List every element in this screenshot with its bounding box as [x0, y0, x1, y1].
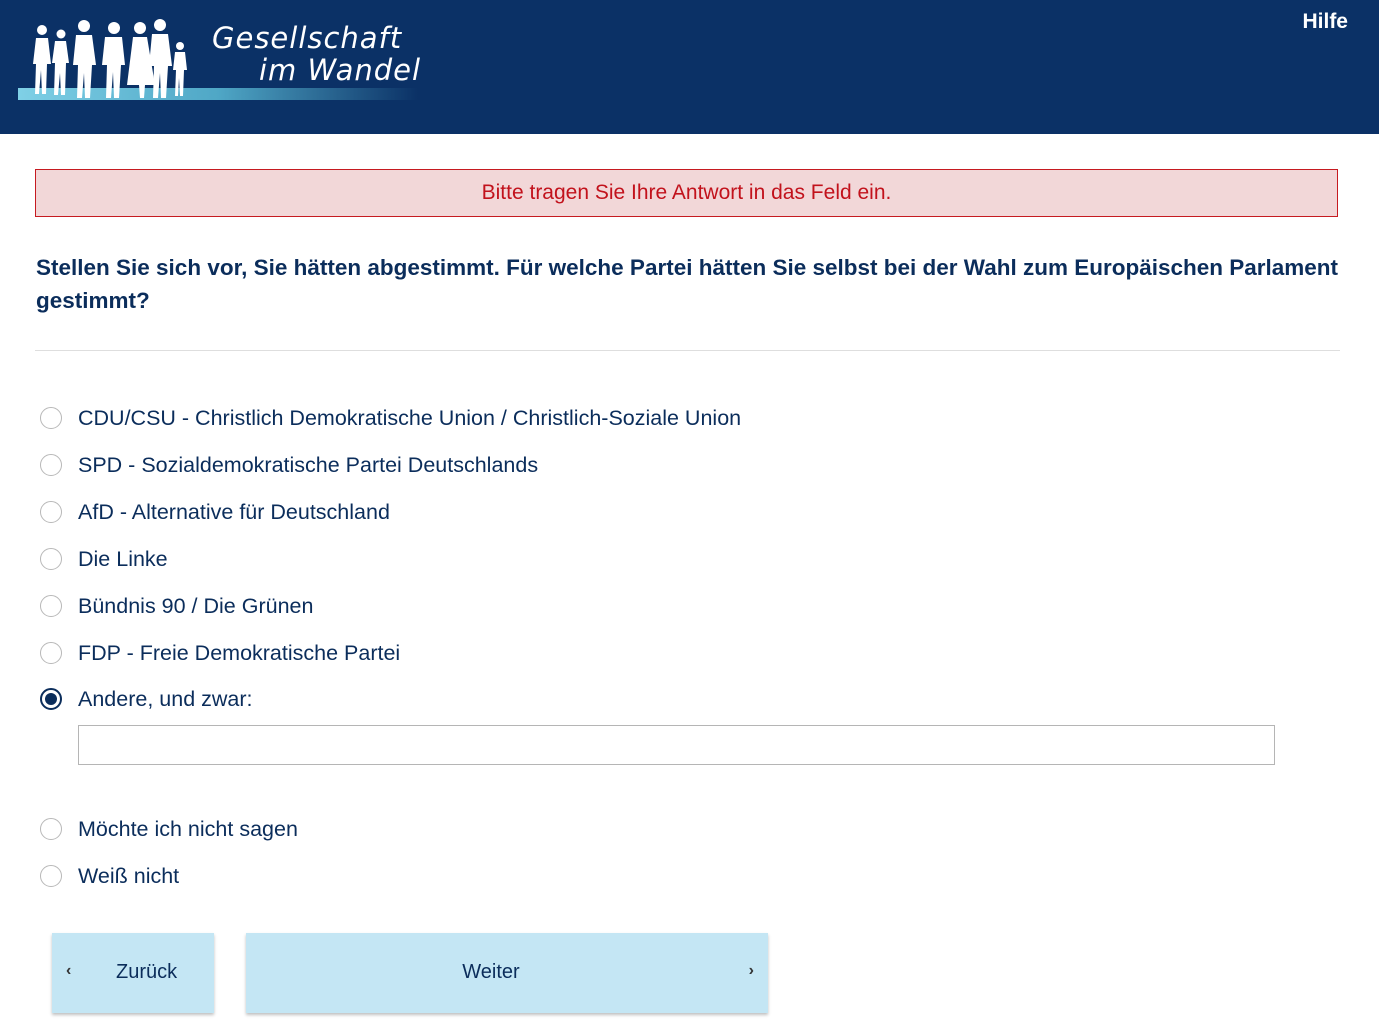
other-party-input[interactable]	[78, 725, 1275, 765]
option-label: FDP - Freie Demokratische Partei	[78, 640, 401, 665]
divider	[35, 350, 1340, 351]
radio-button[interactable]	[40, 818, 62, 840]
option-gruene[interactable]: Bündnis 90 / Die Grünen	[40, 591, 313, 621]
back-button[interactable]: ‹ Zurück	[52, 933, 214, 1013]
radio-button[interactable]	[40, 548, 62, 570]
logo-text-line1: Gesellschaft	[212, 21, 403, 55]
option-fdp[interactable]: FDP - Freie Demokratische Partei	[40, 638, 400, 668]
radio-button[interactable]	[40, 454, 62, 476]
back-button-label: Zurück	[116, 961, 178, 983]
option-dont-know[interactable]: Weiß nicht	[40, 861, 179, 891]
radio-button[interactable]	[40, 865, 62, 887]
option-spd[interactable]: SPD - Sozialdemokratische Partei Deutsch…	[40, 450, 538, 480]
option-label: SPD - Sozialdemokratische Partei Deutsch…	[78, 452, 539, 477]
radio-button[interactable]	[40, 642, 62, 664]
logo-text-line2: im Wandel	[259, 53, 422, 87]
radio-button[interactable]	[40, 407, 62, 429]
option-label: Weiß nicht	[78, 863, 180, 888]
radio-button[interactable]	[40, 595, 62, 617]
option-afd[interactable]: AfD - Alternative für Deutschland	[40, 497, 390, 527]
radio-button[interactable]	[40, 501, 62, 523]
option-label: Die Linke	[78, 546, 168, 571]
chevron-right-icon: ›	[748, 962, 754, 979]
error-alert: Bitte tragen Sie Ihre Antwort in das Fel…	[35, 169, 1338, 217]
site-header: Gesellschaft im Wandel Hilfe	[0, 0, 1379, 134]
question-text: Stellen Sie sich vor, Sie hätten abgesti…	[36, 255, 1339, 313]
option-cdu-csu[interactable]: CDU/CSU - Christlich Demokratische Union…	[40, 403, 741, 433]
help-link[interactable]: Hilfe	[1302, 10, 1348, 34]
option-label: AfD - Alternative für Deutschland	[78, 499, 390, 524]
site-logo[interactable]: Gesellschaft im Wandel	[14, 8, 426, 106]
radio-button-selected[interactable]	[40, 688, 62, 710]
option-die-linke[interactable]: Die Linke	[40, 544, 168, 574]
chevron-left-icon: ‹	[66, 962, 72, 979]
option-label: Andere, und zwar:	[78, 686, 253, 711]
option-other[interactable]: Andere, und zwar:	[40, 684, 253, 714]
option-label: CDU/CSU - Christlich Demokratische Union…	[78, 405, 742, 430]
next-button-label: Weiter	[462, 961, 520, 983]
error-alert-message: Bitte tragen Sie Ihre Antwort in das Fel…	[481, 181, 892, 204]
next-button[interactable]: Weiter ›	[246, 933, 768, 1013]
option-prefer-not-say[interactable]: Möchte ich nicht sagen	[40, 814, 298, 844]
option-label: Bündnis 90 / Die Grünen	[78, 593, 314, 618]
option-label: Möchte ich nicht sagen	[78, 816, 298, 841]
